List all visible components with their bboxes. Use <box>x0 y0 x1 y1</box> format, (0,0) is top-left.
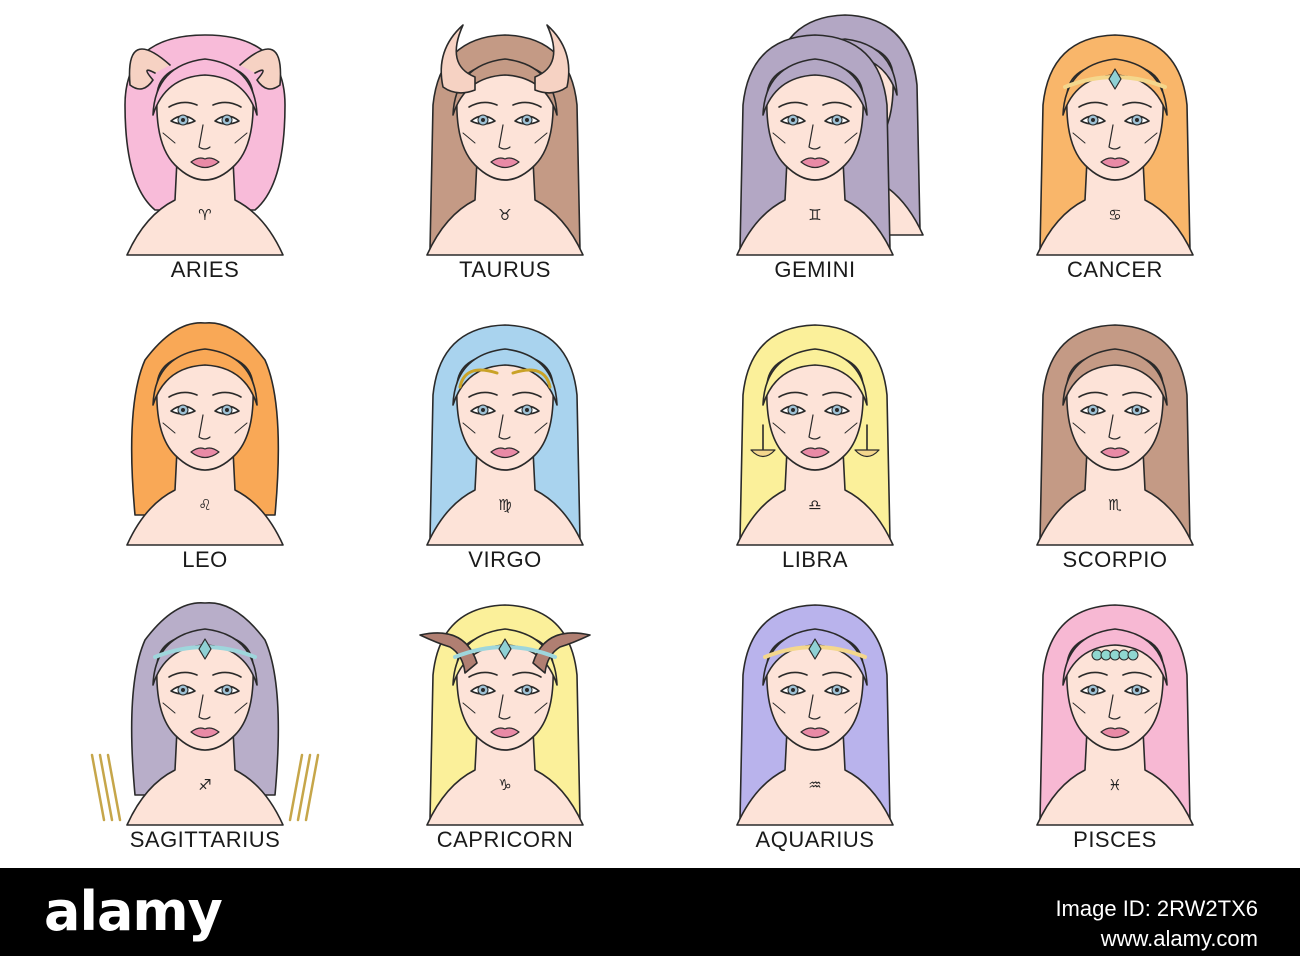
portrait-cancer: ♋ <box>1036 34 1194 256</box>
zodiac-symbol-scorpio: ♏ <box>1108 496 1122 514</box>
sign-label-sagittarius: SAGITTARIUS <box>130 827 281 852</box>
sign-label-aries: ARIES <box>171 257 240 282</box>
pupil-left <box>481 688 485 692</box>
pupil-right <box>525 408 529 412</box>
pupil-left <box>791 408 795 412</box>
pupil-left <box>791 688 795 692</box>
pupil-right <box>1135 118 1139 122</box>
pupil-right <box>1135 408 1139 412</box>
site-url-text: www.alamy.com <box>1100 926 1258 951</box>
portrait-scorpio: ♏ <box>1036 324 1194 546</box>
zodiac-symbol-virgo: ♍ <box>498 496 511 514</box>
pupil-right <box>525 688 529 692</box>
watermark-footer: alamy Image ID: 2RW2TX6 www.alamy.com <box>0 868 1300 956</box>
zodiac-symbol-sagittarius: ♐ <box>198 776 211 794</box>
pupil-left <box>1091 408 1095 412</box>
pupil-left <box>181 118 185 122</box>
sign-label-capricorn: CAPRICORN <box>437 827 574 852</box>
pupil-right <box>1135 688 1139 692</box>
sign-label-virgo: VIRGO <box>468 547 541 572</box>
sign-label-aquarius: AQUARIUS <box>756 827 875 852</box>
zodiac-portraits-grid: ♈ ARIES ♉ TAURUS ♊ GEMINI ♋ CANCER ♌ LEO ♍ VIRGO ♎ LI… <box>90 14 1194 852</box>
pupil-left <box>481 408 485 412</box>
portrait-gemini: ♊ <box>736 14 924 256</box>
sign-label-cancer: CANCER <box>1067 257 1163 282</box>
portrait-libra: ♎ <box>736 324 894 546</box>
portrait-virgo: ♍ <box>426 324 584 546</box>
sign-label-gemini: GEMINI <box>774 257 855 282</box>
zodiac-illustration: ♈ ARIES ♉ TAURUS ♊ GEMINI ♋ CANCER ♌ LEO ♍ VIRGO ♎ LI… <box>0 0 1300 868</box>
pupil-right <box>225 408 229 412</box>
pupil-left <box>481 118 485 122</box>
image-id-text: Image ID: 2RW2TX6 <box>1055 896 1258 921</box>
pupil-right <box>835 118 839 122</box>
sign-label-libra: LIBRA <box>782 547 848 572</box>
zodiac-symbol-capricorn: ♑ <box>498 776 511 794</box>
portrait-aries: ♈ <box>124 34 286 256</box>
zodiac-symbol-cancer: ♋ <box>1108 206 1121 224</box>
zodiac-symbol-gemini: ♊ <box>808 206 821 224</box>
portrait-aquarius: ♒ <box>736 604 894 826</box>
scale-tile <box>1127 649 1139 661</box>
zodiac-symbol-aquarius: ♒ <box>808 776 821 794</box>
zodiac-symbol-libra: ♎ <box>808 496 821 514</box>
alamy-logo: alamy <box>44 880 223 943</box>
sign-label-pisces: PISCES <box>1073 827 1157 852</box>
pupil-right <box>525 118 529 122</box>
sign-label-scorpio: SCORPIO <box>1063 547 1168 572</box>
pupil-left <box>1091 688 1095 692</box>
zodiac-symbol-aries: ♈ <box>198 206 211 224</box>
sign-label-leo: LEO <box>182 547 228 572</box>
zodiac-symbol-leo: ♌ <box>198 496 211 514</box>
pupil-left <box>1091 118 1095 122</box>
portrait-capricorn: ♑ <box>419 604 591 826</box>
sign-label-taurus: TAURUS <box>459 257 551 282</box>
portrait-leo: ♌ <box>126 322 284 546</box>
zodiac-symbol-pisces: ♓ <box>1108 776 1121 794</box>
pupil-right <box>835 688 839 692</box>
pupil-left <box>181 408 185 412</box>
pupil-left <box>791 118 795 122</box>
pupil-left <box>181 688 185 692</box>
portrait-pisces: ♓ <box>1036 604 1194 826</box>
pupil-right <box>835 408 839 412</box>
portrait-sagittarius: ♐ <box>90 602 320 826</box>
pupil-right <box>225 118 229 122</box>
image-id-block: Image ID: 2RW2TX6 www.alamy.com <box>1055 894 1258 954</box>
zodiac-symbol-taurus: ♉ <box>498 206 511 224</box>
portrait-taurus: ♉ <box>426 24 584 256</box>
pupil-right <box>225 688 229 692</box>
